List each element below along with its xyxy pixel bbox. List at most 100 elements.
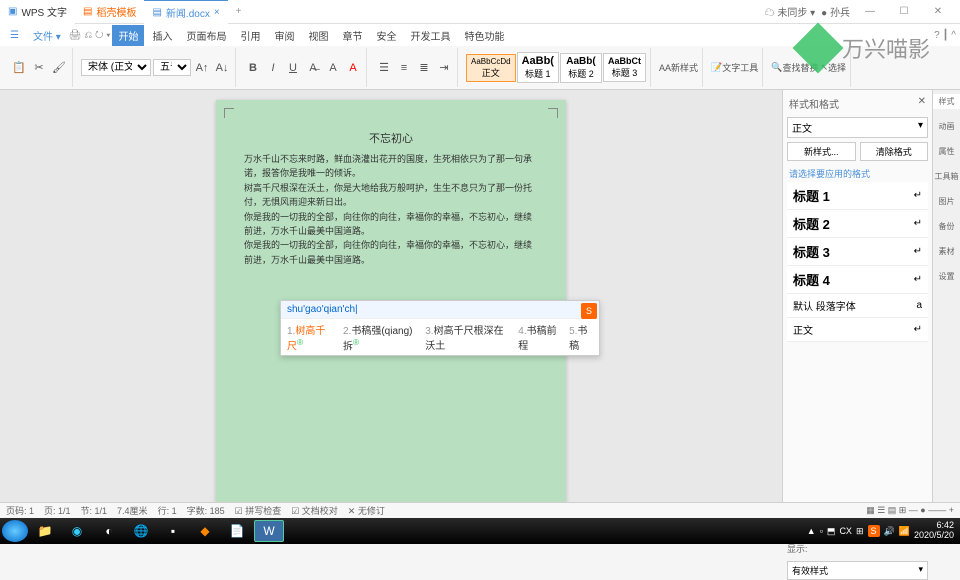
style-h3[interactable]: AaBbCt标题 3 [603,53,646,82]
task-wps[interactable]: W [254,520,284,542]
font-select[interactable]: 宋体 (正文) [81,59,151,76]
sidetab-style[interactable]: 样式 [933,94,960,109]
current-style-dd[interactable]: 正文▾ [787,117,928,138]
color-button[interactable]: A [344,59,362,77]
sidetab-material[interactable]: 素材 [933,244,960,259]
ime-candidates[interactable]: 1.树高千尺® 2.书稿强(qiang)拆® 3.树高千尺根深在沃土 4.书稿前… [281,319,599,355]
menu-layout[interactable]: 页面布局 [180,25,232,46]
menu-view[interactable]: 视图 [302,25,334,46]
sidetab-prop[interactable]: 属性 [933,144,960,159]
style-h2[interactable]: AaBb(标题 2 [560,53,602,83]
doc-paragraph[interactable]: 万水千山不忘来时路，鲜血浇灌出花开的国度，生死相依只为了那一句承诺，报答你是我唯… [244,152,538,181]
doc-paragraph[interactable]: 你是我的一切我的全部，向往你的向往，幸福你的幸福，不忘初心，继续前进，万水千山最… [244,210,538,239]
menu-special[interactable]: 特色功能 [458,25,510,46]
style-item-h3[interactable]: 标题 3↵ [787,238,928,266]
status-doccheck[interactable]: ☑ 文档校对 [291,504,338,517]
sidetab-anim[interactable]: 动画 [933,119,960,134]
sidetab-img[interactable]: 图片 [933,194,960,209]
clear-format-btn[interactable]: 清除格式 [860,142,929,161]
task-notepad[interactable]: 📄 [222,520,252,542]
task-steam[interactable]: ◐ [94,520,124,542]
menu-logo[interactable]: ☰ [4,27,25,44]
status-nofix[interactable]: ✕ 无修订 [348,504,385,517]
style-item-h4[interactable]: 标题 4↵ [787,266,928,294]
new-style-button[interactable]: AA新样式 [659,59,698,77]
menu-dev[interactable]: 开发工具 [404,25,456,46]
grow-font[interactable]: A↑ [193,59,211,77]
list-button[interactable]: ☰ [375,59,393,77]
menu-help[interactable]: ? ┃ ^ [934,30,956,41]
align-button[interactable]: ≣ [415,59,433,77]
start-button[interactable] [2,520,28,542]
style-body[interactable]: AaBbCcDd正文 [466,54,516,82]
ime-popup[interactable]: S shu'gao'qian'ch| 1.树高千尺® 2.书稿强(qiang)拆… [280,300,600,356]
style-item-body[interactable]: 正文↵ [787,318,928,342]
shrink-font[interactable]: A↓ [213,59,231,77]
indent-button[interactable]: ⇥ [435,59,453,77]
menu-start[interactable]: 开始 [112,25,144,46]
minimize-button[interactable]: — [856,6,884,17]
format-painter[interactable]: 🖌 [50,59,68,77]
new-style-btn[interactable]: 新样式... [787,142,856,161]
status-sec: 节: 1/1 [81,504,108,517]
panel-hint: 请选择要应用的格式 [787,165,928,182]
tray-lang[interactable]: CX [839,526,852,536]
panel-close[interactable]: ✕ [918,96,926,111]
menu-chapter[interactable]: 章节 [336,25,368,46]
numlist-button[interactable]: ≡ [395,59,413,77]
find-button[interactable]: 🔍查找替换 [771,59,818,77]
document-area[interactable]: 不忘初心 万水千山不忘来时路，鲜血浇灌出花开的国度，生死相依只为了那一句承诺，报… [0,90,782,502]
italic-button[interactable]: I [264,59,282,77]
cut-button[interactable]: ✂ [30,59,48,77]
tab-template[interactable]: ▤ 稻壳模板 [75,0,144,24]
menu-review[interactable]: 审阅 [268,25,300,46]
underline-button[interactable]: U [284,59,302,77]
doc-title[interactable]: 不忘初心 [244,130,538,146]
sync-status[interactable]: ☁ 未同步 ▾ [765,4,816,19]
style-item-h2[interactable]: 标题 2↵ [787,210,928,238]
paste-button[interactable]: 📋 [10,59,28,77]
select-button[interactable]: ↖选择 [820,59,846,77]
bold-button[interactable]: B [244,59,262,77]
doc-paragraph[interactable]: 树高千尺根深在沃土，你是大地给我万般呵护，生生不息只为了那一份托付，无惧风雨迎来… [244,181,538,210]
tray-sogou[interactable]: S [868,525,880,537]
doc-paragraph[interactable]: 你是我的一切我的全部，向往你的向往，幸福你的幸福，不忘初心，继续前进，万水千山最… [244,238,538,267]
style-item-h1[interactable]: 标题 1↵ [787,182,928,210]
task-explorer[interactable]: 📁 [30,520,60,542]
tray-icon[interactable]: ▲ [807,526,816,536]
maximize-button[interactable]: ☐ [890,6,918,17]
sidetab-settings[interactable]: 设置 [933,269,960,284]
tray-vol[interactable]: 🔊 [884,526,895,537]
menu-security[interactable]: 安全 [370,25,402,46]
size-select[interactable]: 五号 [153,59,191,76]
tray-icon[interactable]: ⊞ [856,526,864,537]
task-app[interactable]: ◆ [190,520,220,542]
tray-net[interactable]: 📶 [899,526,910,537]
side-tabs: 样式 动画 属性 工具箱 图片 备份 素材 设置 [932,90,960,502]
close-button[interactable]: ✕ [924,6,952,17]
view-buttons[interactable]: ▦ ☰ ▤ ⊞ — ● —— + [866,505,954,516]
task-kugou[interactable]: ◉ [62,520,92,542]
style-item-default[interactable]: 默认 段落字体a [787,294,928,318]
tray-icon[interactable]: ▫ [820,526,823,536]
status-spell[interactable]: ☑ 拼写检查 [235,504,282,517]
text-tools-button[interactable]: 📝文字工具 [711,59,758,77]
menu-file[interactable]: 文件 ▾ [27,25,67,46]
strike-button[interactable]: A̶ [304,59,322,77]
user-avatar[interactable]: ● 孙兵 [821,4,850,19]
task-chrome[interactable]: 🌐 [126,520,156,542]
tab-document[interactable]: ▤ 新闻.docx × [144,0,227,24]
task-terminal[interactable]: ▪ [158,520,188,542]
tray-clock[interactable]: 6:42 2020/5/20 [914,521,954,541]
show-dd[interactable]: 有效样式▾ [787,561,928,580]
tray-icon[interactable]: ⬒ [827,526,836,537]
menu-insert[interactable]: 插入 [146,25,178,46]
tab-new[interactable]: + [228,0,250,24]
menu-ref[interactable]: 引用 [234,25,266,46]
style-h1[interactable]: AaBb(标题 1 [517,52,559,83]
menu-icons[interactable]: 🖨 ⎌ ↻ ▾ [69,30,111,41]
sidetab-tools[interactable]: 工具箱 [933,169,960,184]
highlight-button[interactable]: A [324,59,342,77]
sogou-icon: S [581,303,597,319]
sidetab-backup[interactable]: 备份 [933,219,960,234]
